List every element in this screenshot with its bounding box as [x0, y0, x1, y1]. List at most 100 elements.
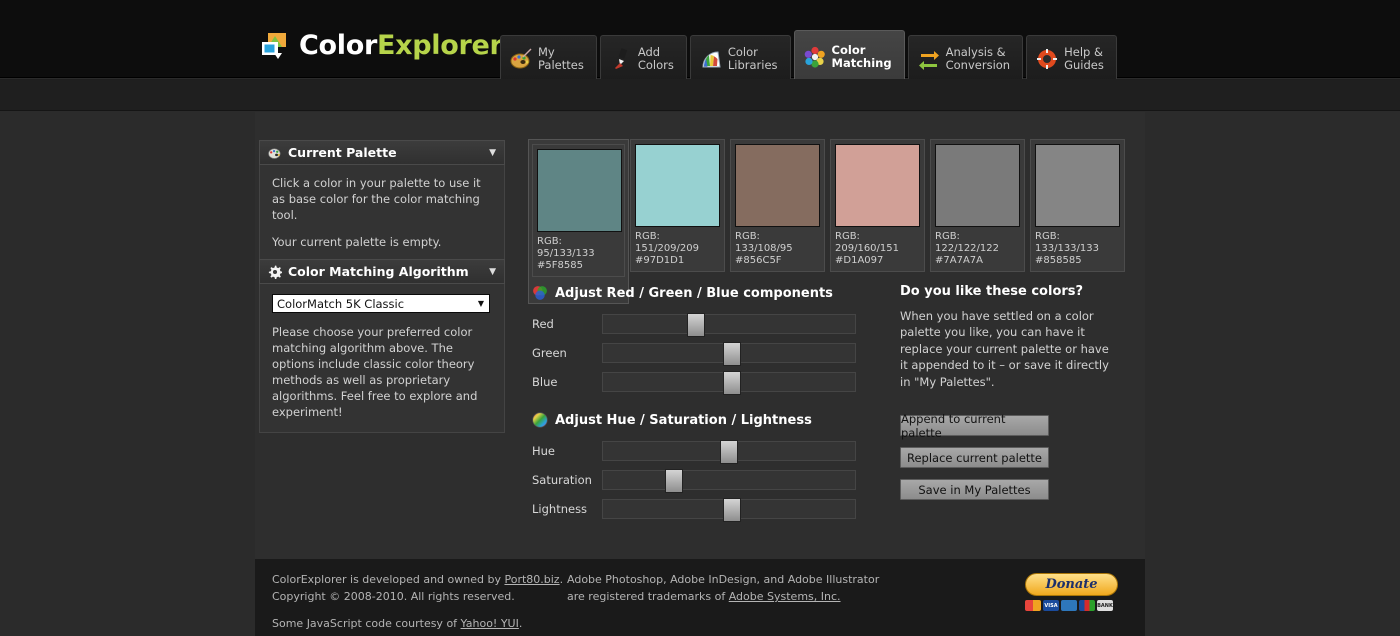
blue-slider-handle[interactable] — [723, 371, 741, 395]
current-palette-instruction: Click a color in your palette to use it … — [272, 175, 492, 223]
color-swatch[interactable]: RGB: 122/122/122 #7A7A7A — [930, 139, 1025, 304]
swatch-card[interactable]: RGB: 133/108/95 #856C5F — [730, 139, 825, 272]
nav-tab-analysis-conversion[interactable]: Analysis & Conversion — [908, 35, 1023, 82]
bank-icon: BANK — [1097, 600, 1113, 611]
brand-title: ColorExplorer — [299, 30, 503, 61]
hue-slider[interactable] — [602, 441, 856, 461]
save-palette-buttons: Append to current palette Replace curren… — [900, 415, 1115, 500]
rgb-section-title-row: Adjust Red / Green / Blue components — [532, 285, 856, 301]
slider-label: Lightness — [532, 502, 602, 516]
blue-slider[interactable] — [602, 372, 856, 392]
swatch-card[interactable]: RGB: 95/133/133 #5F8585 — [532, 144, 625, 277]
chevron-down-icon[interactable]: ▼ — [489, 267, 496, 277]
nav-tab-color-libraries[interactable]: Color Libraries — [690, 35, 791, 82]
footer-left-column: ColorExplorer is developed and owned by … — [272, 571, 563, 632]
algorithm-panel-header[interactable]: Color Matching Algorithm ▼ — [259, 259, 505, 284]
nav-tab-add-colors[interactable]: Add Colors — [600, 35, 687, 82]
site-header: ColorExplorer My Palettes — [0, 0, 1400, 78]
color-matching-algorithm-panel: Color Matching Algorithm ▼ ColorMatch 5K… — [259, 259, 505, 433]
nav-tab-color-matching[interactable]: Color Matching — [794, 30, 905, 82]
site-footer: ColorExplorer is developed and owned by … — [255, 559, 1145, 636]
nav-tab-my-palettes[interactable]: My Palettes — [500, 35, 597, 82]
yahoo-yui-link[interactable]: Yahoo! YUI — [461, 617, 519, 630]
footer-trademark-line2: are registered trademarks of Adobe Syste… — [567, 588, 879, 605]
saturation-slider-handle[interactable] — [665, 469, 683, 493]
palette-icon — [268, 146, 282, 160]
swatch-rgb-label: RGB: 95/133/133 — [537, 236, 620, 260]
port80-link[interactable]: Port80.biz — [504, 573, 559, 586]
algorithm-select-value: ColorMatch 5K Classic — [277, 296, 404, 312]
swatch-color[interactable] — [635, 144, 720, 227]
swatch-meta: RGB: 209/160/151 #D1A097 — [835, 227, 920, 267]
brand-logo[interactable]: ColorExplorer — [260, 30, 503, 61]
swatch-color[interactable] — [835, 144, 920, 227]
replace-current-palette-button[interactable]: Replace current palette — [900, 447, 1049, 468]
hue-slider-handle[interactable] — [720, 440, 738, 464]
red-slider[interactable] — [602, 314, 856, 334]
swatch-color[interactable] — [735, 144, 820, 227]
swatch-hex-label: #7A7A7A — [935, 255, 1020, 267]
nav-tab-label: Add Colors — [638, 46, 674, 72]
gear-icon — [268, 265, 282, 279]
nav-tab-label: Help & Guides — [1064, 46, 1104, 72]
brush-icon — [610, 48, 632, 70]
panel-title: Color Matching Algorithm — [288, 264, 469, 279]
swatch-hex-label: #5F8585 — [537, 260, 620, 272]
save-palette-text: When you have settled on a color palette… — [900, 308, 1115, 390]
hsl-section-title: Adjust Hue / Saturation / Lightness — [555, 413, 812, 428]
append-to-current-palette-button[interactable]: Append to current palette — [900, 415, 1049, 436]
nav-tab-help-guides[interactable]: Help & Guides — [1026, 35, 1117, 82]
swatch-color[interactable] — [935, 144, 1020, 227]
slider-row-red: Red — [532, 314, 856, 334]
brand-title-color: Color — [299, 30, 377, 61]
swatch-card[interactable]: RGB: 122/122/122 #7A7A7A — [930, 139, 1025, 272]
swatch-rgb-label: RGB: 151/209/209 — [635, 231, 720, 255]
swatch-color[interactable] — [1035, 144, 1120, 227]
saturation-slider[interactable] — [602, 470, 856, 490]
swatch-meta: RGB: 122/122/122 #7A7A7A — [935, 227, 1020, 267]
footer-credit-text: ColorExplorer is developed and owned by — [272, 573, 504, 586]
current-palette-status: Your current palette is empty. — [272, 234, 492, 250]
swatch-card[interactable]: RGB: 209/160/151 #D1A097 — [830, 139, 925, 272]
nav-tab-label: My Palettes — [538, 46, 584, 72]
footer-credit-period: . — [560, 573, 564, 586]
swatch-card[interactable]: RGB: 151/209/209 #97D1D1 — [630, 139, 725, 272]
algorithm-select[interactable]: ColorMatch 5K Classic ▼ — [272, 294, 490, 313]
green-slider-handle[interactable] — [723, 342, 741, 366]
slider-row-hue: Hue — [532, 441, 856, 461]
convert-arrows-icon — [918, 48, 940, 70]
color-fan-icon — [700, 48, 722, 70]
save-in-my-palettes-button[interactable]: Save in My Palettes — [900, 479, 1049, 500]
amex-icon — [1061, 600, 1077, 611]
color-swatch[interactable]: RGB: 133/133/133 #858585 — [1030, 139, 1125, 304]
main-content: Current Palette ▼ Click a color in your … — [255, 112, 1145, 636]
swatch-meta: RGB: 133/133/133 #858585 — [1035, 227, 1120, 267]
swatch-color[interactable] — [537, 149, 622, 232]
color-swatch[interactable]: RGB: 133/108/95 #856C5F — [730, 139, 825, 304]
lightness-slider-handle[interactable] — [723, 498, 741, 522]
swatch-rgb-label: RGB: 133/108/95 — [735, 231, 820, 255]
donate-button[interactable]: Donate — [1025, 573, 1118, 596]
donate-section[interactable]: Donate VISA BANK — [1025, 573, 1118, 611]
color-swatch[interactable]: RGB: 151/209/209 #97D1D1 — [630, 139, 725, 304]
lightness-slider[interactable] — [602, 499, 856, 519]
current-palette-panel-header[interactable]: Current Palette ▼ — [259, 140, 505, 165]
red-slider-handle[interactable] — [687, 313, 705, 337]
swatch-rgb-label: RGB: 133/133/133 — [1035, 231, 1120, 255]
swatch-rgb-label: RGB: 209/160/151 — [835, 231, 920, 255]
brand-title-explorer: Explorer — [377, 30, 503, 61]
color-swatch-selected[interactable]: RGB: 95/133/133 #5F8585 — [528, 139, 629, 304]
green-slider[interactable] — [602, 343, 856, 363]
rgb-adjust-section: Adjust Red / Green / Blue components Red… — [532, 285, 856, 401]
swatch-card[interactable]: RGB: 133/133/133 #858585 — [1030, 139, 1125, 272]
adobe-systems-link[interactable]: Adobe Systems, Inc. — [729, 590, 841, 603]
slider-row-lightness: Lightness — [532, 499, 856, 519]
chevron-down-icon[interactable]: ▼ — [489, 148, 496, 158]
jcb-icon — [1079, 600, 1095, 611]
slider-row-saturation: Saturation — [532, 470, 856, 490]
secondary-bar — [0, 79, 1400, 111]
footer-yui-period: . — [519, 617, 523, 630]
color-swatch[interactable]: RGB: 209/160/151 #D1A097 — [830, 139, 925, 304]
save-palette-section: Do you like these colors? When you have … — [900, 284, 1115, 511]
current-palette-panel: Current Palette ▼ Click a color in your … — [259, 140, 505, 263]
